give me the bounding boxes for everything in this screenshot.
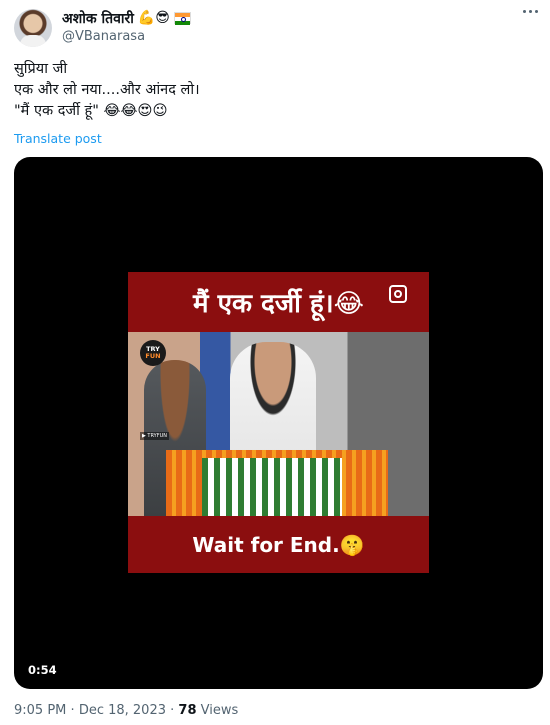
video-caption-top: मैं एक दर्जी हूं।😂 (193, 289, 364, 319)
author-name-row: अशोक तिवारी 💪😎 (62, 8, 191, 28)
views-label: Views (200, 703, 239, 718)
views-count: 78 (178, 703, 197, 718)
india-flag-icon (173, 12, 191, 25)
video-frame: मैं एक दर्जी हूं।😂 TRY FUN ▶ TRYFUN Wait … (128, 272, 429, 573)
translate-post-link[interactable]: Translate post (14, 131, 102, 146)
more-options-icon[interactable] (523, 10, 538, 13)
post-time[interactable]: 9:05 PM (14, 703, 66, 718)
meta-separator: · (170, 703, 175, 718)
video-scene: TRY FUN ▶ TRYFUN (128, 332, 429, 516)
tryfun-logo: TRY FUN (140, 340, 166, 366)
name-emojis: 💪😎 (137, 10, 170, 26)
speaker-figure (230, 342, 316, 462)
avatar[interactable] (14, 9, 52, 47)
tweet-text: सुप्रिया जी एक और लो नया....और आंनद लो। … (14, 61, 200, 119)
instagram-icon (389, 285, 407, 303)
meta-separator: · (70, 703, 75, 718)
podium-decoration (202, 458, 342, 516)
video-duration: 0:54 (22, 661, 63, 679)
video-player[interactable]: मैं एक दर्जी हूं।😂 TRY FUN ▶ TRYFUN Wait … (14, 157, 543, 689)
display-name[interactable]: अशोक तिवारी (62, 9, 134, 28)
post-date[interactable]: Dec 18, 2023 (79, 703, 166, 718)
tweet-meta: 9:05 PM · Dec 18, 2023 · 78 Views (14, 703, 238, 718)
video-caption-bottom: Wait for End.🤫 (192, 532, 365, 557)
youtube-tag: ▶ TRYFUN (140, 432, 169, 440)
user-handle[interactable]: @VBanarasa (62, 29, 145, 44)
